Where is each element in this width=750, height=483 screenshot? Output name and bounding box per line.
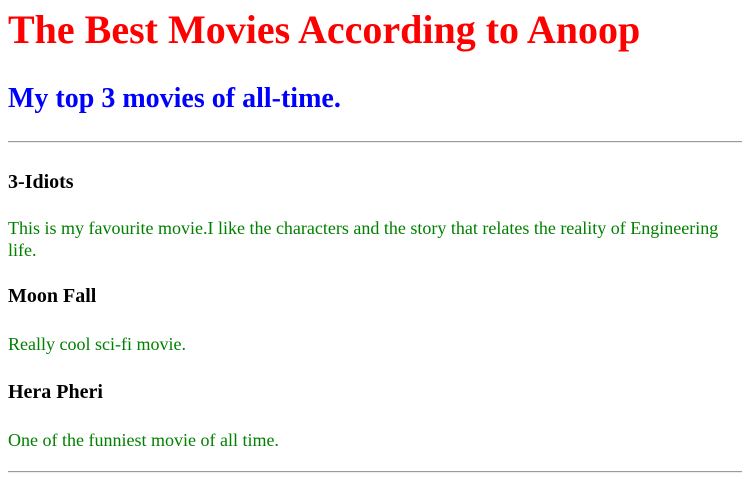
movie-description-2: Really cool sci-fi movie. [8,334,186,354]
page-content: The Best Movies According to Anoop My to… [0,0,750,473]
movie-title-1: 3-Idiots [8,171,74,193]
page-title: The Best Movies According to Anoop [8,7,641,52]
bottom-divider [8,471,742,473]
movie-description-3: One of the funniest movie of all time. [8,430,279,450]
page-subtitle: My top 3 movies of all-time. [8,83,341,114]
movie-description-1: This is my favourite movie.I like the ch… [8,218,719,260]
movie-title-3: Hera Pheri [8,381,103,403]
movie-title-2: Moon Fall [8,285,97,307]
top-divider [8,141,742,143]
